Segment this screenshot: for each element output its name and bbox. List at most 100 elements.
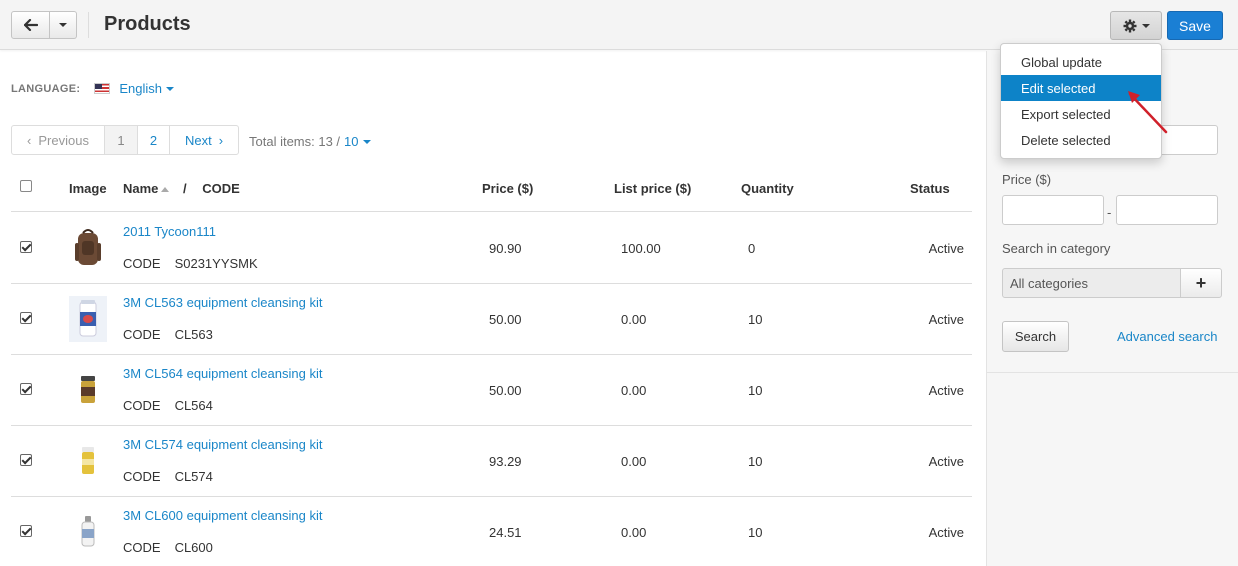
status-dropdown[interactable]: Active (929, 454, 964, 469)
price-value[interactable]: 50.00 (489, 312, 522, 327)
select-all-checkbox[interactable] (20, 180, 32, 192)
search-button[interactable]: Search (1002, 321, 1069, 352)
product-code: CODE CL600 (123, 540, 213, 555)
quantity-value[interactable]: 0 (748, 241, 755, 256)
table-row: 2011 Tycoon111 CODE S0231YYSMK 90.90 100.… (11, 213, 972, 284)
chevron-right-icon: › (218, 132, 224, 148)
divider (88, 12, 89, 38)
quantity-value[interactable]: 10 (748, 454, 762, 469)
pagination-page-1[interactable]: 1 (105, 126, 138, 154)
product-name-link[interactable]: 2011 Tycoon111 (123, 224, 216, 239)
product-thumbnail[interactable] (69, 225, 107, 271)
product-code: CODE CL564 (123, 398, 213, 413)
canister-image (69, 296, 107, 342)
column-name-sort[interactable]: Name / CODE (123, 181, 240, 196)
chevron-down-icon (1141, 23, 1150, 28)
product-thumbnail[interactable] (69, 296, 107, 342)
price-from-input[interactable] (1002, 195, 1104, 225)
items-per-page-dropdown[interactable]: 10 (344, 134, 371, 149)
language-label: LANGUAGE: (11, 82, 81, 95)
code-value: CL564 (174, 398, 213, 413)
annotation-arrow-icon (1128, 91, 1168, 134)
us-flag-icon (94, 83, 111, 94)
price-value[interactable]: 24.51 (489, 525, 522, 540)
column-quantity[interactable]: Quantity (741, 181, 794, 196)
category-select[interactable]: All categories (1002, 268, 1181, 298)
back-button[interactable] (11, 11, 50, 39)
price-label: Price ($) (1002, 172, 1052, 187)
quantity-value[interactable]: 10 (748, 383, 762, 398)
chevron-down-icon (362, 139, 371, 144)
pagination-next-label: Next (184, 132, 212, 148)
total-items-label: Total items: 13 / (249, 134, 341, 149)
table-row: 3M CL563 equipment cleansing kit CODE CL5… (11, 284, 972, 355)
column-list-price[interactable]: List price ($) (614, 181, 691, 196)
save-button[interactable]: Save (1167, 11, 1223, 40)
language-value: English (119, 81, 162, 96)
menu-item-global-update[interactable]: Global update (1001, 49, 1161, 75)
row-checkbox[interactable] (20, 525, 32, 537)
status-dropdown[interactable]: Active (929, 383, 964, 398)
product-code: CODE S0231YYSMK (123, 256, 258, 271)
add-category-button[interactable]: + (1180, 268, 1222, 298)
page-title: Products (104, 13, 191, 35)
total-items: Total items: 13 / 10 (249, 134, 371, 149)
product-thumbnail[interactable] (69, 367, 107, 413)
product-thumbnail[interactable] (69, 509, 107, 555)
pagination-next[interactable]: Next › (170, 126, 238, 154)
table-row: 3M CL574 equipment cleansing kit CODE CL5… (11, 426, 972, 497)
row-checkbox[interactable] (20, 241, 32, 253)
table-header: Image Name / CODE Price ($) List price (… (11, 170, 972, 212)
chevron-down-icon (165, 86, 174, 91)
row-checkbox[interactable] (20, 454, 32, 466)
code-label: CODE (123, 540, 161, 555)
gear-icon (1123, 19, 1136, 32)
pagination-page-2[interactable]: 2 (138, 126, 170, 154)
list-price-value[interactable]: 0.00 (621, 312, 646, 327)
language-dropdown[interactable]: English (119, 81, 174, 96)
language-selector-row: LANGUAGE: English (11, 81, 174, 96)
column-status[interactable]: Status (910, 181, 950, 196)
quantity-value[interactable]: 10 (748, 525, 762, 540)
column-code-label[interactable]: CODE (202, 181, 240, 196)
spray-bottle-image (81, 516, 95, 547)
status-dropdown[interactable]: Active (929, 312, 964, 327)
canister-image (81, 376, 95, 403)
product-name-link[interactable]: 3M CL564 equipment cleansing kit (123, 366, 322, 381)
code-value: CL563 (174, 327, 213, 342)
product-code: CODE CL563 (123, 327, 213, 342)
status-dropdown[interactable]: Active (929, 525, 964, 540)
table-row: 3M CL564 equipment cleansing kit CODE CL5… (11, 355, 972, 426)
list-price-value[interactable]: 0.00 (621, 525, 646, 540)
list-price-value[interactable]: 0.00 (621, 454, 646, 469)
chevron-down-icon (59, 23, 67, 27)
advanced-search-link[interactable]: Advanced search (1117, 329, 1217, 344)
code-label: CODE (123, 469, 161, 484)
list-price-value[interactable]: 0.00 (621, 383, 646, 398)
pagination-previous[interactable]: ‹ Previous (12, 126, 105, 154)
product-thumbnail[interactable] (69, 438, 107, 484)
quantity-value[interactable]: 10 (748, 312, 762, 327)
code-value: S0231YYSMK (174, 256, 258, 271)
status-dropdown[interactable]: Active (929, 241, 964, 256)
price-value[interactable]: 90.90 (489, 241, 522, 256)
product-name-link[interactable]: 3M CL574 equipment cleansing kit (123, 437, 322, 452)
row-checkbox[interactable] (20, 312, 32, 324)
settings-dropdown-button[interactable] (1110, 11, 1162, 40)
list-price-value[interactable]: 100.00 (621, 241, 661, 256)
product-name-link[interactable]: 3M CL563 equipment cleansing kit (123, 295, 322, 310)
arrow-left-icon (23, 19, 38, 31)
price-to-input[interactable] (1116, 195, 1218, 225)
product-code: CODE CL574 (123, 469, 213, 484)
column-price[interactable]: Price ($) (482, 181, 533, 196)
code-label: CODE (123, 327, 161, 342)
product-name-link[interactable]: 3M CL600 equipment cleansing kit (123, 508, 322, 523)
row-checkbox[interactable] (20, 383, 32, 395)
backpack-image (75, 229, 101, 265)
price-value[interactable]: 50.00 (489, 383, 522, 398)
price-value[interactable]: 93.29 (489, 454, 522, 469)
back-history-dropdown[interactable] (50, 11, 77, 39)
table-row: 3M CL600 equipment cleansing kit CODE CL6… (11, 497, 972, 566)
chevron-left-icon: ‹ (27, 132, 32, 148)
plus-icon: + (1195, 272, 1207, 293)
